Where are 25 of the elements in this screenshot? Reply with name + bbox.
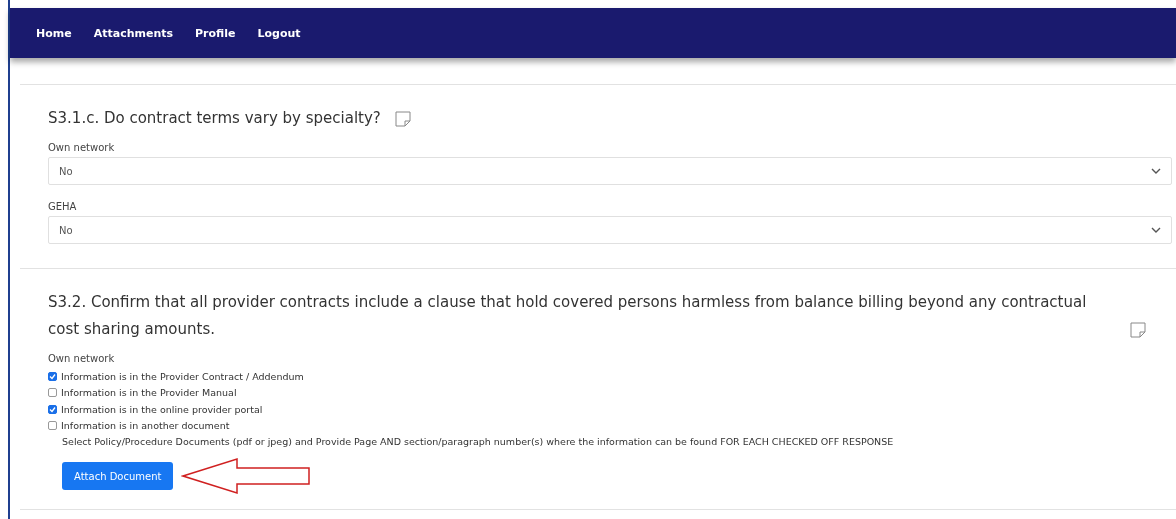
checkbox[interactable]	[48, 371, 57, 381]
checkbox-label: Information is in another document	[61, 420, 230, 432]
nav-link[interactable]: Logout	[257, 26, 301, 40]
field-label: Own network	[48, 142, 116, 153]
field-label: GEHA	[48, 201, 78, 212]
note-icon[interactable]	[394, 111, 411, 127]
checkbox[interactable]	[48, 404, 57, 414]
checkbox-label: Information is in the Provider Manual	[61, 387, 237, 399]
instruction-text: Select Policy/Procedure Documents (pdf or jpeg) and Provide Page AND section/paragraph number(s) where the information can be found FOR EACH CHECKED OFF RESPONSE	[62, 436, 895, 447]
dropdown[interactable]: No	[48, 216, 1172, 244]
note-icon[interactable]	[1130, 322, 1146, 338]
field-label: Own network	[48, 353, 116, 364]
chevron-icon	[1151, 227, 1161, 233]
chevron-icon	[1151, 168, 1161, 174]
nav-link[interactable]: Home	[36, 26, 72, 40]
question-title: S3.1.c. Do contract terms vary by specialty?	[48, 108, 381, 129]
checkbox[interactable]	[48, 388, 57, 398]
nav-link[interactable]: Profile	[195, 26, 236, 40]
attach-document-button[interactable]: Attach Document	[62, 462, 174, 490]
nav-link[interactable]: Attachments	[93, 26, 174, 40]
checkbox-label: Information is in the Provider Contract / Addendum	[61, 370, 304, 382]
checkbox-label: Information is in the online provider portal	[61, 403, 263, 415]
question-title: S3.2. Confirm that all provider contracts include a clause that hold covered persons harmless from balance billing beyond any contractual cost sharing amounts.	[48, 292, 1088, 340]
checkbox[interactable]	[48, 421, 57, 431]
dropdown[interactable]: No	[48, 157, 1172, 185]
